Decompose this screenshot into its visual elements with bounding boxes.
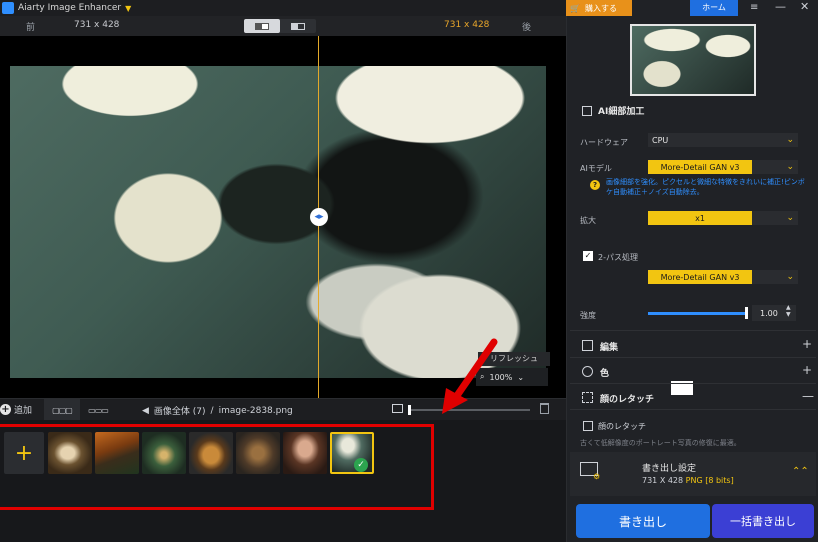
buy-button[interactable]: 🛒 購入する	[566, 0, 632, 16]
ai-detail-icon	[582, 106, 592, 116]
export-title: 書き出し設定	[642, 464, 697, 474]
red-arrow-annotation	[442, 338, 498, 414]
gear-icon: ⚙	[593, 472, 601, 481]
export-info: 731 X 428 PNG [8 bits]	[642, 476, 734, 485]
compare-handle-icon[interactable]: ◂▸	[310, 208, 328, 226]
scale-select[interactable]: x1 ⌄	[648, 211, 798, 225]
back-arrow-icon[interactable]: ◀	[142, 406, 149, 416]
buy-label: 購入する	[584, 3, 617, 13]
export-bits: [8 bits]	[705, 476, 734, 485]
breadcrumb: ◀ 画像全体 (7) / image-2838.png	[142, 404, 293, 418]
chevron-up-icon[interactable]: ⌃⌃	[792, 466, 809, 477]
model-description: 画像細部を強化。ピクセルと微細な特徴をきれいに補正!ピンボケ自動補正＋ノイズ自動…	[606, 178, 805, 196]
export-settings[interactable]	[570, 452, 816, 496]
chevron-down-icon: ⌄	[786, 213, 794, 223]
menu-icon[interactable]: ≡	[750, 2, 758, 13]
edit-section-title[interactable]: 編集	[600, 340, 618, 353]
grid-view-icon[interactable]: ▢▢▢	[44, 399, 80, 421]
face-description: 古くて低解像度のポートレート写真の修復に最適。	[580, 439, 741, 447]
breadcrumb-file: image-2838.png	[218, 405, 293, 416]
twopass-model-value: More-Detail GAN v3	[648, 270, 752, 284]
help-icon[interactable]: ?	[590, 180, 600, 190]
slider-knob[interactable]	[408, 405, 411, 415]
app-logo-icon	[2, 2, 14, 14]
palette-icon	[582, 366, 593, 377]
hardware-select[interactable]: CPU ⌄	[648, 133, 798, 147]
divider	[570, 409, 816, 410]
face-section-title[interactable]: 顔のレタッチ	[600, 392, 654, 405]
side-by-side-icon	[291, 22, 305, 30]
hardware-label: ハードウェア	[580, 138, 628, 147]
chevron-down-icon[interactable]: ▼	[125, 4, 131, 13]
minimize-icon[interactable]: —	[775, 0, 786, 13]
face-icon	[582, 392, 593, 403]
before-size: 731 x 428	[74, 20, 120, 30]
highlight-box	[0, 424, 434, 510]
divider	[570, 357, 816, 358]
face-checkbox-label: 顔のレタッチ	[598, 422, 646, 431]
export-button[interactable]: 書き出し	[576, 504, 710, 538]
cart-icon: 🛒	[570, 3, 580, 13]
divider	[570, 330, 816, 331]
face-checkbox[interactable]	[583, 421, 593, 431]
home-button[interactable]: ホーム	[690, 0, 738, 16]
side-by-side-button[interactable]	[280, 19, 316, 33]
chevron-down-icon: ⌄	[786, 135, 794, 145]
twopass-checkbox[interactable]: ✓	[583, 251, 593, 261]
split-view-button[interactable]	[244, 19, 280, 33]
filmstrip-view-icon[interactable]: ▭▭▭	[82, 399, 114, 421]
ai-section-title: AI細部加工	[598, 107, 645, 117]
twopass-label: 2-パス処理	[598, 253, 638, 262]
image-size-icon	[392, 404, 403, 413]
before-label: 前	[26, 23, 36, 33]
strength-slider[interactable]	[648, 312, 746, 315]
strength-slider-knob[interactable]	[745, 307, 748, 319]
expand-plus-icon[interactable]: +	[802, 363, 812, 377]
plus-icon: +	[0, 404, 11, 415]
twopass-model-select[interactable]: More-Detail GAN v3 ⌄	[648, 270, 798, 284]
breadcrumb-root[interactable]: 画像全体 (7)	[154, 404, 206, 417]
breadcrumb-separator: /	[210, 405, 214, 416]
add-label: 追加	[14, 406, 33, 416]
collapse-minus-icon[interactable]: —	[802, 389, 814, 403]
color-section-title[interactable]: 色	[600, 366, 609, 379]
preview-image	[10, 66, 546, 378]
chevron-down-icon: ⌄	[786, 272, 794, 282]
scale-label: 拡大	[580, 216, 596, 225]
edit-icon	[582, 340, 593, 351]
after-label: 後	[522, 23, 532, 33]
close-icon[interactable]: ✕	[800, 0, 809, 13]
expand-plus-icon[interactable]: +	[802, 337, 812, 351]
export-size: 731 X 428	[642, 476, 684, 485]
model-label: AIモデル	[580, 164, 612, 173]
chevron-down-icon: ⌄	[517, 372, 525, 382]
model-select[interactable]: More-Detail GAN v3 ⌄	[648, 160, 798, 174]
stepper-icon[interactable]: ▲ ▼	[786, 304, 791, 318]
divider	[570, 383, 816, 384]
strength-label: 強度	[580, 311, 596, 320]
chevron-down-icon: ⌄	[786, 162, 794, 172]
batch-export-button[interactable]: 一括書き出し	[712, 504, 814, 538]
compare-header: 前 731 x 428 731 x 428 後	[0, 16, 566, 36]
add-button[interactable]: + 追加	[0, 403, 32, 416]
export-format: PNG	[685, 476, 703, 485]
scale-value: x1	[648, 211, 752, 225]
model-value: More-Detail GAN v3	[648, 160, 752, 174]
view-mode-toggle	[244, 19, 316, 33]
after-size: 731 x 428	[444, 20, 490, 30]
title-bar: Aiarty Image Enhancer ▼	[0, 0, 566, 16]
split-view-icon	[255, 22, 269, 30]
trash-icon[interactable]	[540, 403, 549, 414]
app-title: Aiarty Image Enhancer	[18, 3, 122, 13]
hardware-value: CPU	[652, 135, 669, 145]
navigator-thumbnail[interactable]	[630, 24, 756, 96]
